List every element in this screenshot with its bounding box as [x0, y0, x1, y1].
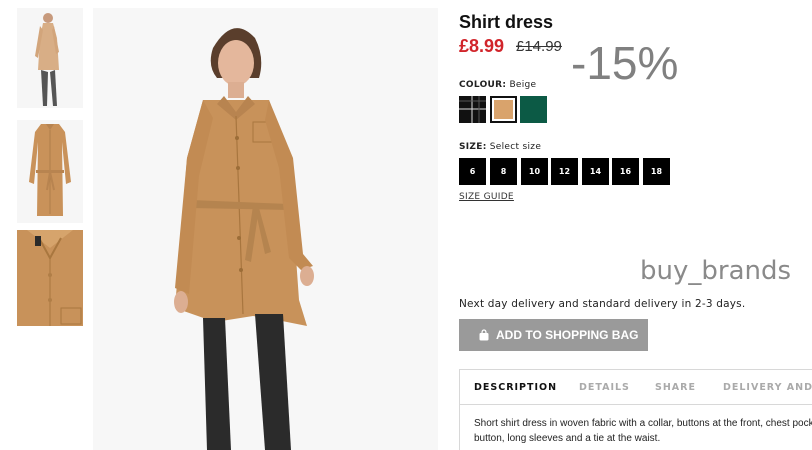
- thumbnail-model-full[interactable]: [17, 8, 83, 108]
- size-option-14[interactable]: 14: [582, 158, 609, 185]
- discount-badge: -15%: [571, 37, 679, 89]
- tab-description[interactable]: DESCRIPTION: [474, 382, 557, 393]
- thumbnail-dress-flat[interactable]: [17, 120, 83, 223]
- add-to-bag-button[interactable]: ADD TO SHOPPING BAG: [459, 319, 648, 351]
- size-option-18[interactable]: 18: [643, 158, 670, 185]
- swatch-dark-green[interactable]: [520, 96, 547, 123]
- shopping-bag-icon: [478, 329, 490, 341]
- swatch-black-check[interactable]: [459, 96, 486, 123]
- size-label: SIZE: Select size: [459, 142, 541, 152]
- tab-details[interactable]: DETAILS: [579, 382, 630, 393]
- size-option-10[interactable]: 10: [521, 158, 548, 185]
- delivery-info: Next day delivery and standard delivery …: [459, 298, 746, 310]
- size-option-8[interactable]: 8: [490, 158, 517, 185]
- sale-price: £8.99: [459, 36, 505, 56]
- colour-label: COLOUR: Beige: [459, 80, 536, 90]
- product-title: Shirt dress: [459, 12, 554, 32]
- tab-delivery[interactable]: DELIVERY AND P: [723, 382, 812, 393]
- size-option-6[interactable]: 6: [459, 158, 486, 185]
- tab-share[interactable]: SHARE: [655, 382, 696, 393]
- description-text: Short shirt dress in woven fabric with a…: [474, 418, 812, 444]
- description-panel: Short shirt dress in woven fabric with a…: [459, 404, 812, 450]
- product-tabs: DESCRIPTION DETAILS SHARE DELIVERY AND P: [459, 369, 812, 405]
- size-label-title: SIZE:: [459, 142, 487, 152]
- thumbnail-fabric-detail[interactable]: [17, 230, 83, 326]
- original-price: £14.99: [516, 38, 562, 55]
- size-option-16[interactable]: 16: [612, 158, 639, 185]
- watermark-text: buy_brands: [640, 256, 792, 286]
- product-info-panel: Shirt dress £8.99 £14.99 -15% COLOUR: Be…: [459, 0, 812, 450]
- colour-label-title: COLOUR:: [459, 80, 507, 90]
- swatch-beige[interactable]: [490, 96, 517, 123]
- size-guide-link[interactable]: SIZE GUIDE: [459, 192, 514, 202]
- main-product-image: [93, 8, 438, 450]
- size-option-12[interactable]: 12: [551, 158, 578, 185]
- add-to-bag-label: ADD TO SHOPPING BAG: [496, 328, 639, 342]
- size-placeholder: Select size: [489, 142, 542, 152]
- colour-selected-value: Beige: [509, 80, 537, 90]
